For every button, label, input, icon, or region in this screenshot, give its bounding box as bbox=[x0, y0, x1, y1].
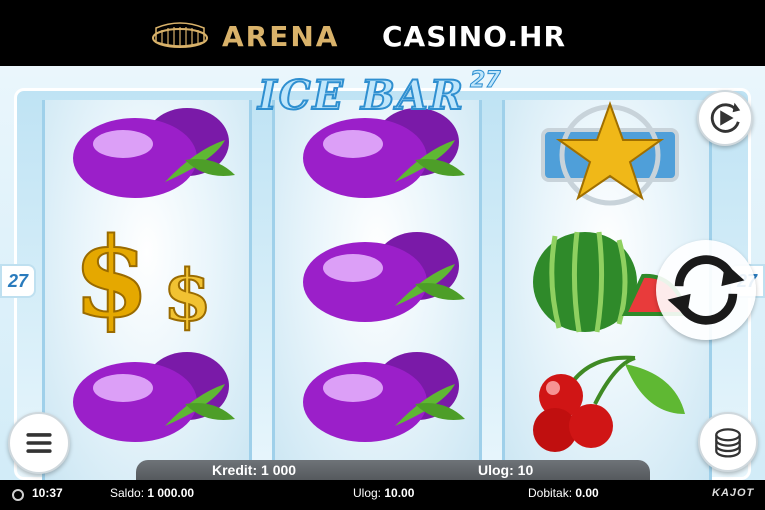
saldo-display: Saldo: 1 000.00 bbox=[110, 486, 194, 500]
autoplay-button[interactable] bbox=[697, 90, 753, 146]
brand-casino: CASINO.HR bbox=[382, 20, 567, 53]
game-title: ICE BAR bbox=[257, 71, 466, 120]
status-ulog-label: Ulog: bbox=[353, 486, 382, 500]
credit-bar: Kredit: 1 000 Ulog: 10 bbox=[136, 460, 650, 480]
dobitak-value: 0.00 bbox=[575, 486, 599, 500]
colosseum-icon bbox=[150, 18, 210, 50]
plum-symbol bbox=[295, 224, 465, 334]
game-title-number: 27 bbox=[470, 68, 502, 94]
star-symbol bbox=[525, 100, 695, 210]
reel-2 bbox=[272, 100, 482, 480]
ulog-value: 10 bbox=[517, 462, 534, 478]
ulog-label: Ulog: bbox=[478, 462, 514, 478]
plum-symbol bbox=[295, 344, 465, 454]
spin-arrows-icon bbox=[667, 255, 745, 325]
menu-button[interactable] bbox=[8, 412, 70, 474]
bet-button[interactable] bbox=[698, 412, 758, 472]
kredit-label: Kredit: bbox=[212, 462, 258, 478]
game-title-logo: ICE BAR 27 bbox=[257, 68, 518, 122]
status-ulog-display: Ulog: 10.00 bbox=[353, 486, 414, 500]
status-ulog-value: 10.00 bbox=[384, 486, 415, 500]
chip-stack-icon bbox=[715, 428, 741, 458]
svg-text:$: $ bbox=[163, 254, 212, 334]
ulog-display: Ulog: 10 bbox=[478, 462, 533, 478]
brand-arena: ARENA bbox=[222, 20, 340, 53]
clock-time: 10:37 bbox=[32, 486, 63, 500]
plum-symbol bbox=[65, 344, 235, 454]
dobitak-display: Dobitak: 0.00 bbox=[528, 486, 599, 500]
slot-game-area: $ $ ICE BAR 27 27 Kredit: 1 000 Ulog: 10 bbox=[0, 66, 765, 480]
clock-icon bbox=[12, 489, 24, 501]
cherries-symbol bbox=[525, 344, 695, 454]
saldo-label: Saldo: bbox=[110, 486, 145, 500]
autoplay-icon bbox=[710, 102, 741, 133]
saldo-value: 1 000.00 bbox=[147, 486, 195, 500]
plum-symbol bbox=[65, 100, 235, 210]
paylines-badge-left: 27 bbox=[0, 264, 36, 298]
dollar-symbol: $ $ bbox=[65, 212, 235, 343]
hamburger-menu-icon bbox=[26, 433, 52, 453]
reel-1: $ $ bbox=[42, 100, 252, 480]
dobitak-label: Dobitak: bbox=[528, 486, 573, 500]
provider-logo: KAJOT bbox=[712, 487, 755, 499]
kredit-value: 1 000 bbox=[261, 462, 297, 478]
spin-button[interactable] bbox=[656, 240, 756, 340]
status-bar: 10:37 Saldo: 1 000.00 Ulog: 10.00 Dobita… bbox=[0, 480, 765, 510]
kredit-display: Kredit: 1 000 bbox=[212, 462, 296, 478]
site-header: ARENA CASINO.HR bbox=[0, 0, 765, 66]
svg-text:$: $ bbox=[73, 224, 150, 334]
